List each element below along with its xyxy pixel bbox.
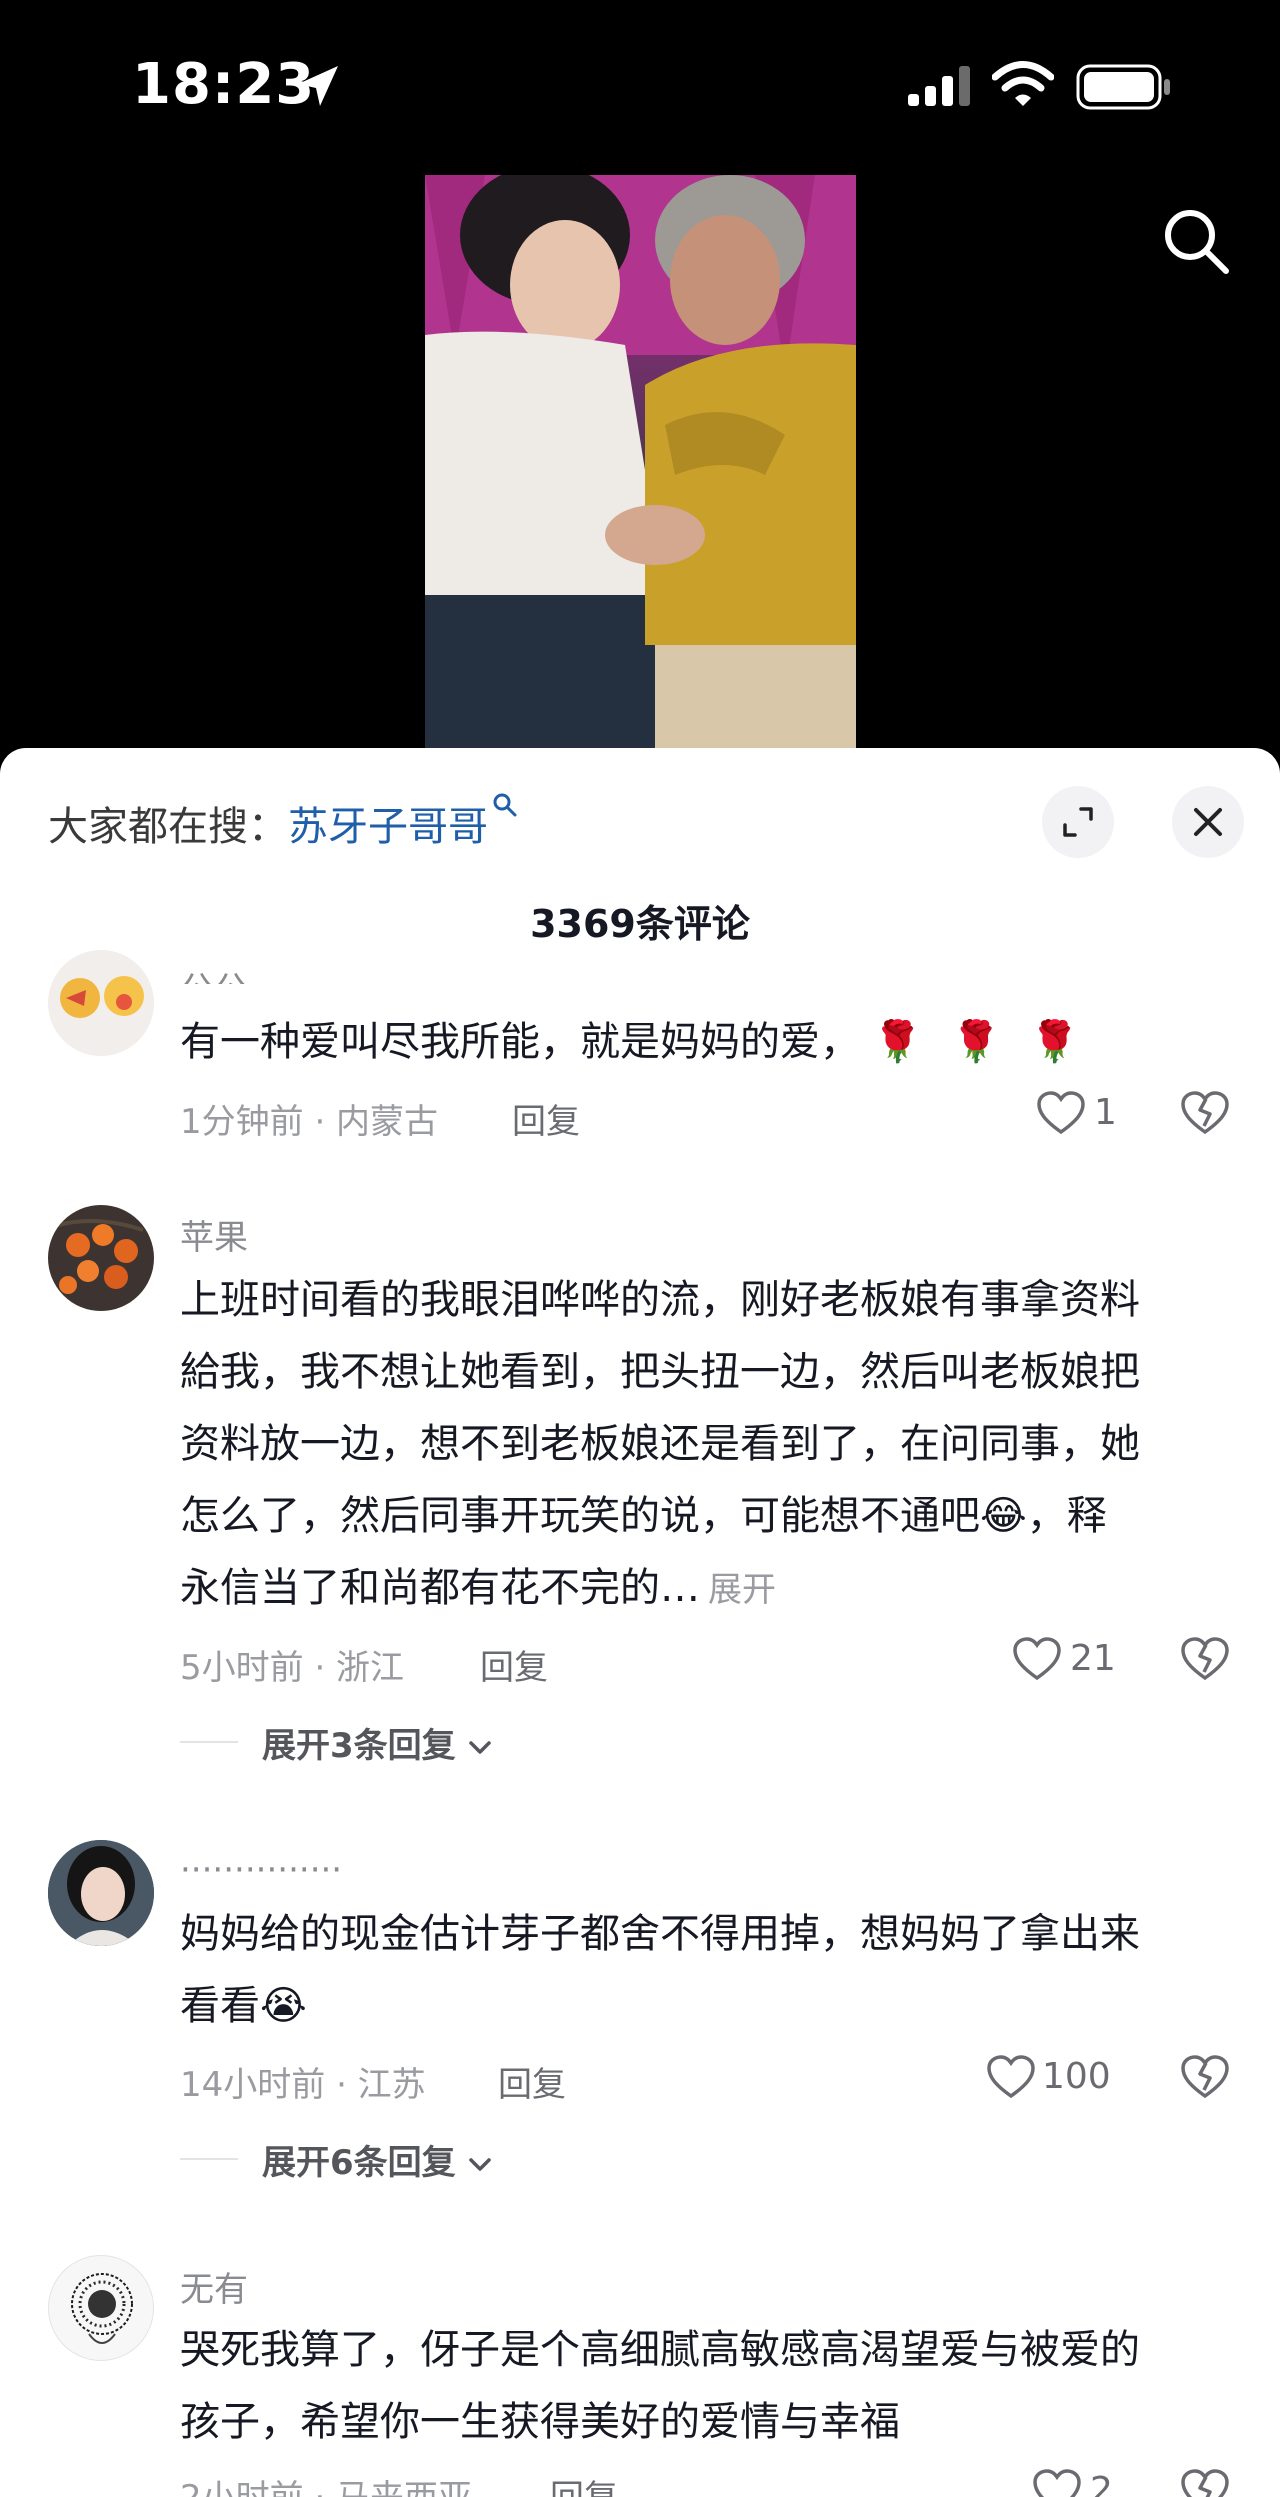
comment-username[interactable]: ··············· <box>180 1850 342 1890</box>
dislike-icon[interactable] <box>1180 2054 1230 2100</box>
comment-meta: 2小时前 · 马来西亚 <box>180 2470 472 2497</box>
comment-text-line: 上班时间看的我眼泪哗哗的流，刚好老板娘有事拿资料 <box>180 1277 1140 1323</box>
small-search-icon <box>493 793 517 817</box>
comment-avatar[interactable] <box>48 2255 154 2361</box>
avatar-image <box>48 1840 154 1946</box>
comment-meta: 1分钟前 · 内蒙古 <box>180 1102 439 1142</box>
hot-search-prefix: 大家都在搜： <box>48 804 288 850</box>
expand-replies-button[interactable]: 展开3条回复 <box>262 1718 493 1767</box>
heart-icon[interactable] <box>1036 1090 1086 1136</box>
like-count: 2 <box>1090 2470 1113 2497</box>
comment-text-line: 资料放一边，想不到老板娘还是看到了，在问同事，她 <box>180 1421 1140 1467</box>
chevron-down-icon <box>469 1741 491 1754</box>
video-frame-illustration <box>425 175 856 755</box>
avatar-image <box>71 2273 133 2344</box>
reply-button[interactable]: 回复 <box>512 1094 580 1143</box>
expand-panel-button[interactable] <box>1042 786 1114 858</box>
dislike-icon[interactable] <box>1180 1090 1230 1136</box>
dislike-icon[interactable] <box>1180 2468 1230 2497</box>
status-bar: 18:23 <box>0 0 1280 170</box>
expand-replies-button[interactable]: 展开6条回复 <box>262 2135 493 2184</box>
comment-text-line: 給我，我不想让她看到，把头扭一边，然后叫老板娘把 <box>180 1349 1140 1395</box>
expand-divider <box>180 2158 238 2160</box>
avatar-image <box>57 1219 144 1294</box>
close-panel-button[interactable] <box>1172 786 1244 858</box>
comment-username[interactable]: 苹果 <box>180 1210 248 1259</box>
like-count: 1 <box>1094 1092 1117 1133</box>
expand-icon <box>1063 807 1093 837</box>
video-player[interactable] <box>425 175 856 755</box>
comment-count: 3369条评论 <box>530 902 750 946</box>
heart-icon[interactable] <box>986 2054 1036 2100</box>
reply-button[interactable]: 回复 <box>480 1640 548 1689</box>
heart-icon[interactable] <box>1032 2468 1082 2497</box>
comment-meta: 14小时前 · 江苏 <box>180 2065 426 2105</box>
rose-emoji: 🌹 🌹 🌹 <box>872 1019 1088 1065</box>
like-count: 100 <box>1042 2056 1111 2097</box>
avatar-image <box>60 976 144 1018</box>
comment-username[interactable]: 无有 <box>180 2262 248 2311</box>
comment-text: 哭死我算了，伢子是个高细腻高敏感高渴望爱与被爱的 孩子，希望你一生获得美好的爱情… <box>180 2314 1260 2458</box>
battery-icon <box>1076 64 1170 110</box>
status-time: 18:23 <box>132 52 316 117</box>
comment-text-line: 看看😭 <box>180 1983 307 2029</box>
comment-avatar[interactable] <box>48 1840 154 1946</box>
wifi-icon <box>992 61 1054 106</box>
reply-button[interactable]: 回复 <box>498 2057 566 2106</box>
reply-button[interactable]: 回复 <box>550 2470 618 2497</box>
comment-text-line: 怎么了，然后同事开玩笑的说，可能想不通吧😂，释 <box>180 1493 1107 1539</box>
dislike-icon[interactable] <box>1180 1636 1230 1682</box>
comment-text-body: 有一种爱叫尽我所能，就是妈妈的爱， <box>180 1019 860 1065</box>
cellular-signal-icon <box>908 66 970 106</box>
comment-avatar[interactable] <box>48 950 154 1056</box>
hot-search-bar[interactable]: 大家都在搜：苏牙子哥哥 <box>48 793 518 852</box>
heart-icon[interactable] <box>1012 1636 1062 1682</box>
like-count: 21 <box>1070 1638 1116 1679</box>
comment-meta: 5小时前 · 浙江 <box>180 1648 405 1688</box>
close-icon <box>1194 808 1222 836</box>
expand-divider <box>180 1741 238 1743</box>
comment-text: 上班时间看的我眼泪哗哗的流，刚好老板娘有事拿资料 給我，我不想让她看到，把头扭一… <box>180 1264 1260 1626</box>
hot-search-keyword[interactable]: 苏牙子哥哥 <box>288 804 488 850</box>
comment-text-line: 妈妈给的现金估计芽子都舍不得用掉，想妈妈了拿出来 <box>180 1911 1140 1957</box>
location-arrow-icon <box>298 66 338 106</box>
comment-username[interactable]: 公公 <box>180 962 248 984</box>
search-icon[interactable] <box>1160 205 1232 277</box>
comment-avatar[interactable] <box>48 1205 154 1311</box>
comment-text-line: 孩子，希望你一生获得美好的爱情与幸福 <box>180 2399 900 2445</box>
comment-text-line: 哭死我算了，伢子是个高细腻高敏感高渴望爱与被爱的 <box>180 2327 1140 2373</box>
comment-text: 有一种爱叫尽我所能，就是妈妈的爱， 🌹 🌹 🌹 <box>180 1006 1260 1078</box>
expand-replies-label: 展开6条回复 <box>262 2143 456 2183</box>
comment-text-line: 永信当了和尚都有花不完的… <box>180 1565 700 1611</box>
comment-text: 妈妈给的现金估计芽子都舍不得用掉，想妈妈了拿出来 看看😭 <box>180 1898 1260 2042</box>
expand-replies-label: 展开3条回复 <box>262 1726 456 1766</box>
expand-text-link[interactable]: 展开 <box>708 1570 776 1610</box>
chevron-down-icon <box>469 2158 491 2171</box>
